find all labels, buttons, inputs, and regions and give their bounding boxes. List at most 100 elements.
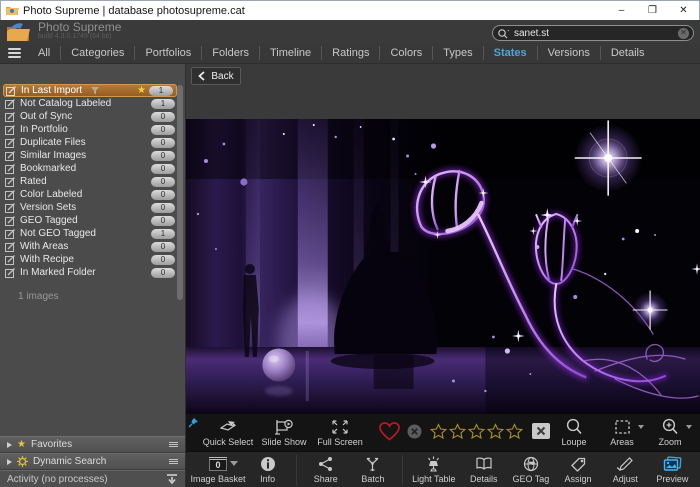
label-checkbox-icon[interactable] xyxy=(5,216,15,226)
star-5-icon[interactable] xyxy=(506,423,523,439)
reject-image-button[interactable] xyxy=(532,423,550,439)
state-item-in-portfolio[interactable]: In Portfolio 0 xyxy=(0,123,185,136)
back-button[interactable]: Back xyxy=(191,67,241,85)
tab-types[interactable]: Types xyxy=(432,46,482,60)
viewer-header-strip: Back xyxy=(186,64,700,119)
states-sidebar: In Last Import ★ 1 Not Catalog Labeled 1… xyxy=(0,64,186,487)
tab-ratings[interactable]: Ratings xyxy=(321,46,379,60)
section-menu-icon[interactable] xyxy=(169,459,178,464)
state-item-duplicate-files[interactable]: Duplicate Files 0 xyxy=(0,136,185,149)
adjust-button[interactable]: Adjust xyxy=(602,455,649,484)
label-checkbox-icon[interactable] xyxy=(5,229,15,239)
batch-button[interactable]: Batch xyxy=(349,455,396,484)
star-1-icon[interactable] xyxy=(430,423,447,439)
tab-versions[interactable]: Versions xyxy=(537,46,600,60)
clear-rating-icon[interactable] xyxy=(407,424,422,439)
areas-dropdown-caret[interactable] xyxy=(638,425,644,429)
tab-folders[interactable]: Folders xyxy=(201,46,259,60)
image-preview[interactable] xyxy=(186,119,700,414)
sidebar-scrollbar[interactable] xyxy=(177,85,183,300)
label-checkbox-icon[interactable] xyxy=(5,177,15,187)
info-button[interactable]: Info xyxy=(244,455,291,484)
star-3-icon[interactable] xyxy=(468,423,485,439)
geo-tag-button[interactable]: GEO Tag xyxy=(507,455,554,484)
maximize-button[interactable]: ❐ xyxy=(637,1,668,20)
star-4-icon[interactable] xyxy=(487,423,504,439)
search-box[interactable]: ✕ xyxy=(492,25,694,41)
zoom-button[interactable]: Zoom xyxy=(646,418,694,447)
label-checkbox-icon[interactable] xyxy=(5,99,15,109)
tab-portfolios[interactable]: Portfolios xyxy=(134,46,201,60)
quick-select-button[interactable]: Quick Select xyxy=(200,418,256,447)
favorite-star-icon: ★ xyxy=(137,86,146,96)
images-count-label: 1 images xyxy=(0,279,185,302)
details-button[interactable]: Details xyxy=(460,455,507,484)
tab-colors[interactable]: Colors xyxy=(379,46,432,60)
state-item-geo-tagged[interactable]: GEO Tagged 0 xyxy=(0,214,185,227)
pin-toolbar-icon[interactable] xyxy=(188,415,199,433)
state-item-bookmarked[interactable]: Bookmarked 0 xyxy=(0,162,185,175)
state-item-in-last-import[interactable]: In Last Import ★ 1 xyxy=(3,84,177,97)
state-item-version-sets[interactable]: Version Sets 0 xyxy=(0,201,185,214)
tab-states[interactable]: States xyxy=(483,46,537,60)
slide-show-button[interactable]: Slide Show xyxy=(256,418,312,447)
star-2-icon[interactable] xyxy=(449,423,466,439)
label-checkbox-icon[interactable] xyxy=(5,190,15,200)
label-checkbox-icon[interactable] xyxy=(5,112,15,122)
state-item-not-geo-tagged[interactable]: Not GEO Tagged 1 xyxy=(0,227,185,240)
label-checkbox-icon[interactable] xyxy=(5,125,15,135)
full-screen-button[interactable]: Full Screen xyxy=(312,418,368,447)
zoom-dropdown-caret[interactable] xyxy=(686,425,692,429)
main-menu-icon[interactable] xyxy=(8,48,21,58)
areas-button[interactable]: Areas xyxy=(598,418,646,447)
share-button[interactable]: Share xyxy=(302,455,349,484)
dock-panel-icon[interactable] xyxy=(166,474,178,485)
state-item-similar-images[interactable]: Similar Images 0 xyxy=(0,149,185,162)
activity-status-bar: Activity (no processes) xyxy=(0,470,185,487)
state-item-not-catalog-labeled[interactable]: Not Catalog Labeled 1 xyxy=(0,97,185,110)
preview-button[interactable]: Preview xyxy=(649,455,696,484)
tab-categories[interactable]: Categories xyxy=(60,46,134,60)
options-button[interactable]: Options xyxy=(694,418,700,447)
section-menu-icon[interactable] xyxy=(169,442,178,447)
favorite-heart-icon[interactable] xyxy=(378,421,401,441)
tab-details[interactable]: Details xyxy=(600,46,655,60)
state-item-with-recipe[interactable]: With Recipe 0 xyxy=(0,253,185,266)
state-item-with-areas[interactable]: With Areas 0 xyxy=(0,240,185,253)
light-table-button[interactable]: Light Table xyxy=(408,455,461,484)
state-item-in-marked-folder[interactable]: In Marked Folder 0 xyxy=(0,266,185,279)
label-checkbox-icon[interactable] xyxy=(5,255,15,265)
label-checkbox-icon[interactable] xyxy=(5,151,15,161)
expand-arrow-icon[interactable] xyxy=(7,442,12,448)
state-item-color-labeled[interactable]: Color Labeled 0 xyxy=(0,188,185,201)
areas-icon xyxy=(614,418,631,435)
rating-stars[interactable] xyxy=(430,423,523,439)
label-checkbox-icon[interactable] xyxy=(5,138,15,148)
app-logo-icon xyxy=(6,22,32,47)
label-checkbox-icon[interactable] xyxy=(6,86,16,96)
image-basket-caret[interactable] xyxy=(230,461,238,466)
loupe-button[interactable]: Loupe xyxy=(550,418,598,447)
label-checkbox-icon[interactable] xyxy=(5,164,15,174)
search-input[interactable] xyxy=(510,28,678,39)
label-checkbox-icon[interactable] xyxy=(5,203,15,213)
label-checkbox-icon[interactable] xyxy=(5,268,15,278)
count-badge: 1 xyxy=(149,86,173,96)
minimize-button[interactable]: – xyxy=(606,1,637,20)
filter-funnel-icon[interactable] xyxy=(90,86,100,95)
state-item-rated[interactable]: Rated 0 xyxy=(0,175,185,188)
tab-timeline[interactable]: Timeline xyxy=(259,46,321,60)
viewer-toolbar: Quick Select Slide Show Full Screen xyxy=(186,414,700,451)
info-icon xyxy=(260,455,276,472)
expand-arrow-icon[interactable] xyxy=(7,459,12,465)
favorites-section-header[interactable]: ★ Favorites xyxy=(0,436,185,453)
search-clear-icon[interactable]: ✕ xyxy=(678,28,689,39)
image-basket-button[interactable]: 0 Image Basket xyxy=(192,455,244,484)
main-tab-bar: All Categories Portfolios Folders Timeli… xyxy=(0,43,700,63)
state-item-out-of-sync[interactable]: Out of Sync 0 xyxy=(0,110,185,123)
label-checkbox-icon[interactable] xyxy=(5,242,15,252)
close-button[interactable]: ✕ xyxy=(668,1,699,20)
dynamic-search-section-header[interactable]: Dynamic Search xyxy=(0,453,185,470)
assign-button[interactable]: Assign xyxy=(554,455,601,484)
tab-all[interactable]: All xyxy=(28,46,60,60)
